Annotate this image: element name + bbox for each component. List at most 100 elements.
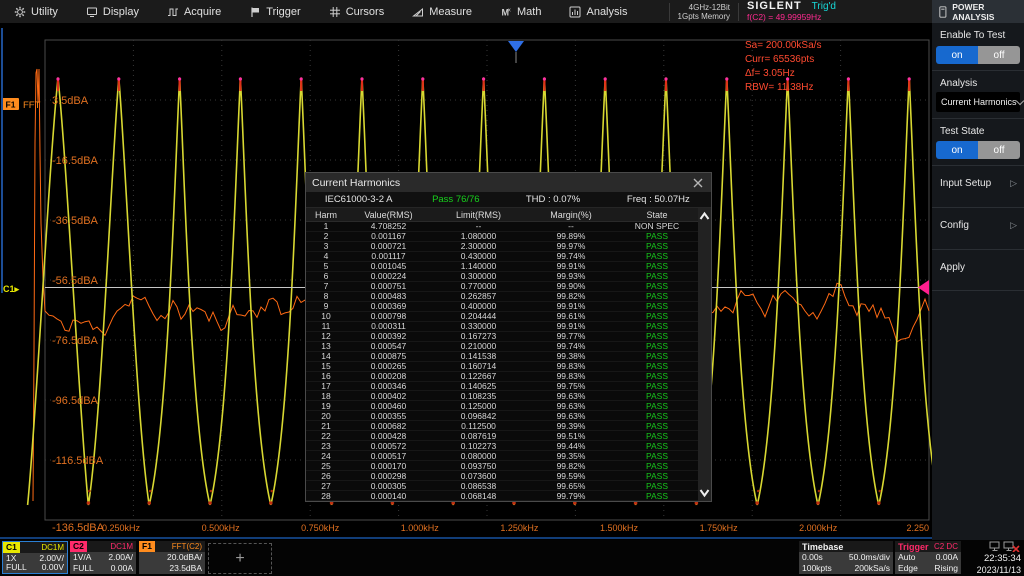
panel-divider <box>932 249 1024 250</box>
table-row[interactable]: 14.708252----NON SPEC <box>306 222 698 232</box>
table-row[interactable]: 60.0002240.30000099.93%PASS <box>306 272 698 282</box>
brand-block: SIGLENT Trig'd f(C2) = 49.99959Hz <box>747 1 836 22</box>
table-row[interactable]: 210.0006820.11250099.39%PASS <box>306 421 698 431</box>
fft-y-axis-label: -136.5dBA <box>52 522 105 534</box>
state-cell: PASS <box>616 332 698 340</box>
state-cell: PASS <box>616 312 698 320</box>
analysis-icon <box>569 6 581 18</box>
table-row[interactable]: 200.0003550.09684299.63%PASS <box>306 411 698 421</box>
menu-item-measure[interactable]: Measure <box>398 0 486 23</box>
table-row[interactable]: 190.0004600.12500099.63%PASS <box>306 401 698 411</box>
close-icon[interactable] <box>691 177 705 189</box>
channel-c2-box[interactable]: C2 DC1M 1V/A2.00A/ FULL0.00A <box>70 541 136 574</box>
scroll-up-icon[interactable] <box>698 210 711 222</box>
dialog-title-bar[interactable]: Current Harmonics <box>306 173 711 192</box>
table-row[interactable]: 220.0004280.08761999.51%PASS <box>306 431 698 441</box>
table-row[interactable]: 90.0003690.40000099.91%PASS <box>306 302 698 312</box>
network-status-icon <box>989 541 1021 552</box>
state-cell: PASS <box>616 372 698 380</box>
table-row[interactable]: 130.0005470.21000099.74%PASS <box>306 342 698 352</box>
c2-offset: 0.00A <box>111 564 133 573</box>
table-row[interactable]: 40.0011170.43000099.74%PASS <box>306 252 698 262</box>
scroll-down-icon[interactable] <box>698 487 711 499</box>
math-f1-box[interactable]: F1 FFT(C2) 20.0dBA/ 23.5dBA <box>139 541 205 574</box>
fft-info-readout: Δf= 3.05Hz <box>745 68 795 79</box>
panel-divider <box>932 165 1024 166</box>
fft-y-axis-label: 3.5dBA <box>52 95 89 107</box>
state-cell: PASS <box>616 492 698 500</box>
c1-offset-marker[interactable]: C1▸ <box>3 284 20 294</box>
state-cell: PASS <box>616 242 698 250</box>
trigger-level: 0.00A <box>936 553 958 562</box>
fft-x-axis-label: 1.000kHz <box>401 523 440 533</box>
table-row[interactable]: 140.0008750.14153899.38%PASS <box>306 352 698 362</box>
table-row[interactable]: 120.0003920.16727399.77%PASS <box>306 332 698 342</box>
fft-x-axis-label: 2.250 <box>907 523 930 533</box>
time-readout: 22:35:34 <box>984 554 1021 564</box>
system-spec: 4GHz-12Bit 1Gpts Memory <box>669 3 739 21</box>
table-row[interactable]: 50.0010451.14000099.91%PASS <box>306 262 698 272</box>
table-row[interactable]: 180.0004020.10823599.63%PASS <box>306 391 698 401</box>
channel-c1-box[interactable]: C1 DC1M 1X2.00V/ FULL0.00V <box>2 541 68 574</box>
table-row[interactable]: 240.0005170.08000099.35%PASS <box>306 451 698 461</box>
timebase-box[interactable]: Timebase 0.00s50.0ms/div 100kpts200kSa/s <box>799 541 893 574</box>
input-setup-item[interactable]: Input Setup <box>940 178 991 189</box>
state-cell: PASS <box>616 462 698 470</box>
menu-item-trigger[interactable]: Trigger <box>235 0 314 23</box>
trigger-position-marker[interactable] <box>508 41 524 52</box>
analysis-label: Analysis <box>940 78 977 89</box>
timebase-points: 100kpts <box>802 564 832 573</box>
config-item[interactable]: Config <box>940 220 969 231</box>
acquire-icon <box>167 6 179 18</box>
table-row[interactable]: 260.0002980.07360099.59%PASS <box>306 471 698 481</box>
menu-item-analysis[interactable]: Analysis <box>555 0 641 23</box>
enable-on-button[interactable]: on <box>936 46 978 64</box>
table-row[interactable]: 20.0011671.08000099.89%PASS <box>306 232 698 242</box>
analysis-dropdown[interactable]: Current Harmonics <box>936 92 1020 112</box>
table-row[interactable]: 170.0003460.14062599.75%PASS <box>306 382 698 392</box>
state-cell: PASS <box>616 432 698 440</box>
dialog-summary-row: IEC61000-3-2 A Pass 76/76 THD : 0.07% Fr… <box>306 192 711 208</box>
menu-item-utility[interactable]: Utility <box>0 0 72 23</box>
fft-y-axis-label: -76.5dBA <box>52 335 99 347</box>
menu-item-acquire[interactable]: Acquire <box>153 0 235 23</box>
table-row[interactable]: 150.0002650.16071499.83%PASS <box>306 362 698 372</box>
enable-off-button[interactable]: off <box>978 46 1020 64</box>
menu-item-math[interactable]: MxMath <box>486 0 555 23</box>
table-row[interactable]: 250.0001700.09375099.82%PASS <box>306 461 698 471</box>
trigger-box[interactable]: Trigger C2 DC Auto0.00A EdgeRising <box>895 541 961 574</box>
c1-coupling: DC1M <box>41 543 67 552</box>
table-row[interactable]: 70.0007510.77000099.90%PASS <box>306 282 698 292</box>
table-row[interactable]: 280.0001400.06814899.79%PASS <box>306 491 698 501</box>
test-state-off-button[interactable]: off <box>978 141 1020 159</box>
display-icon <box>86 6 98 18</box>
table-row[interactable]: 110.0003110.33000099.91%PASS <box>306 322 698 332</box>
test-state-on-button[interactable]: on <box>936 141 978 159</box>
trigger-status-badge: Trig'd <box>812 2 836 12</box>
table-row[interactable]: 160.0002080.12266799.83%PASS <box>306 372 698 382</box>
table-row[interactable]: 230.0005720.10227399.44%PASS <box>306 441 698 451</box>
col-state: State <box>616 210 698 220</box>
state-cell: PASS <box>616 412 698 420</box>
menu-item-display[interactable]: Display <box>72 0 153 23</box>
menu-items: UtilityDisplayAcquireTriggerCursorsMeasu… <box>0 0 641 23</box>
state-cell: PASS <box>616 262 698 270</box>
add-channel-button[interactable]: + <box>208 543 272 574</box>
table-row[interactable]: 100.0007980.20444499.61%PASS <box>306 312 698 322</box>
state-cell: PASS <box>616 362 698 370</box>
memory-label: 1Gpts Memory <box>678 12 730 21</box>
state-cell: PASS <box>616 402 698 410</box>
trigger-slope: Rising <box>934 564 958 573</box>
menu-item-cursors[interactable]: Cursors <box>315 0 399 23</box>
apply-button[interactable]: Apply <box>940 262 965 273</box>
table-row[interactable]: 270.0003050.08653899.65%PASS <box>306 481 698 491</box>
f1-source: FFT(C2) <box>172 542 205 551</box>
table-row[interactable]: 80.0004830.26285799.82%PASS <box>306 292 698 302</box>
fft-x-axis-label: 2.000kHz <box>799 523 838 533</box>
clock-box[interactable]: 22:35:34 2023/11/13 <box>963 541 1023 575</box>
scrollbar[interactable] <box>698 208 711 501</box>
fft-x-axis-label: 0.750kHz <box>301 523 340 533</box>
f1-scale: 20.0dBA/ <box>167 553 202 562</box>
f1-marker[interactable]: F1 <box>6 100 16 110</box>
table-row[interactable]: 30.0007212.30000099.97%PASS <box>306 242 698 252</box>
